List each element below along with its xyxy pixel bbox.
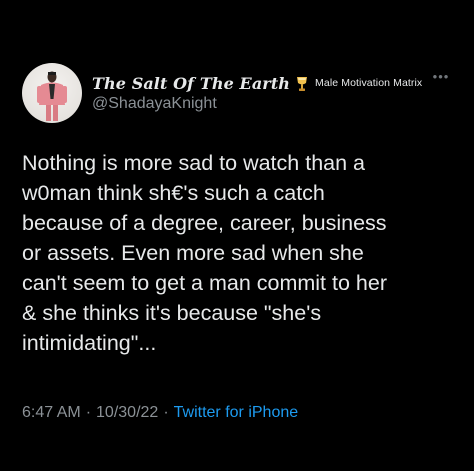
tweet-text-line: & she thinks it's because "she's [22,301,322,325]
tweet-time[interactable]: 6:47 AM [22,404,81,421]
trophy-icon [295,76,309,92]
display-name[interactable]: The Salt Of The Earth [92,74,290,93]
tweet-text-line: because of a degree, career, business [22,211,387,235]
tweet-metadata: 6:47 AM · 10/30/22 · Twitter for iPhone [22,404,298,422]
user-handle[interactable]: @ShadayaKnight [92,95,217,113]
tweet-text-line: or assets. Even more sad when she [22,241,364,265]
tweet-header: The Salt Of The Earth Male Motivation Ma… [92,70,452,120]
tweet-text: Nothing is more sad to watch than a w0ma… [22,148,462,358]
tweet-card: The Salt Of The Earth Male Motivation Ma… [0,0,474,471]
more-horizontal-icon[interactable]: ••• [430,70,452,86]
separator-dot: · [85,404,92,421]
tweet-text-line: intimidating"... [22,331,157,355]
profile-photo [37,71,67,121]
tweet-text-line: w0man think sh€'s such a catch [22,181,325,205]
affiliation-label[interactable]: Male Motivation Matrix [315,77,422,89]
tweet-text-line: Nothing is more sad to watch than a [22,151,365,175]
name-row: The Salt Of The Earth Male Motivation Ma… [92,70,422,96]
separator-dot: · [163,404,169,421]
tweet-source-link[interactable]: Twitter for iPhone [174,404,299,421]
tweet-date[interactable]: 10/30/22 [96,404,158,421]
avatar[interactable] [22,63,82,123]
tweet-text-line: can't seem to get a man commit to her [22,271,387,295]
